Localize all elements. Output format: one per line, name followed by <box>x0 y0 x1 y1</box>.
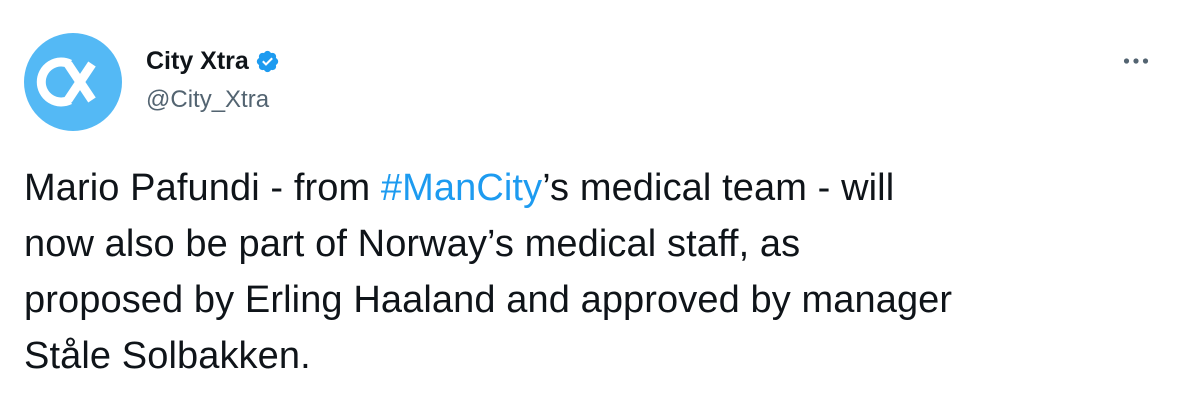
tweet-text-line-2: now also be part of Norway’s medical sta… <box>24 223 801 265</box>
more-options-button[interactable] <box>1118 46 1154 76</box>
tweet-text-line-1: Mario Pafundi - from #ManCity’s medical … <box>24 160 1154 216</box>
tweet-text-segment: Mario Pafundi - from <box>24 167 381 209</box>
tweet-text-line-4: Ståle Solbakken. <box>24 335 311 377</box>
tweet-text-line-3: proposed by Erling Haaland and approved … <box>24 279 953 321</box>
more-horizontal-icon <box>1123 58 1149 64</box>
author-display-name[interactable]: City Xtra <box>146 47 249 76</box>
city-xtra-logo <box>36 57 96 107</box>
author-name-row: City Xtra <box>146 44 280 78</box>
hashtag-link[interactable]: #ManCity <box>381 167 542 209</box>
tweet-text-segment: ’s medical team - will <box>542 167 895 209</box>
author-handle[interactable]: @City_Xtra <box>146 86 269 114</box>
verified-badge-icon <box>255 49 280 74</box>
tweet-text: Mario Pafundi - from #ManCity’s medical … <box>24 160 1154 384</box>
tweet-card: City Xtra @City_Xtra Mario Pafundi - fro… <box>0 0 1188 410</box>
avatar[interactable] <box>24 33 122 131</box>
